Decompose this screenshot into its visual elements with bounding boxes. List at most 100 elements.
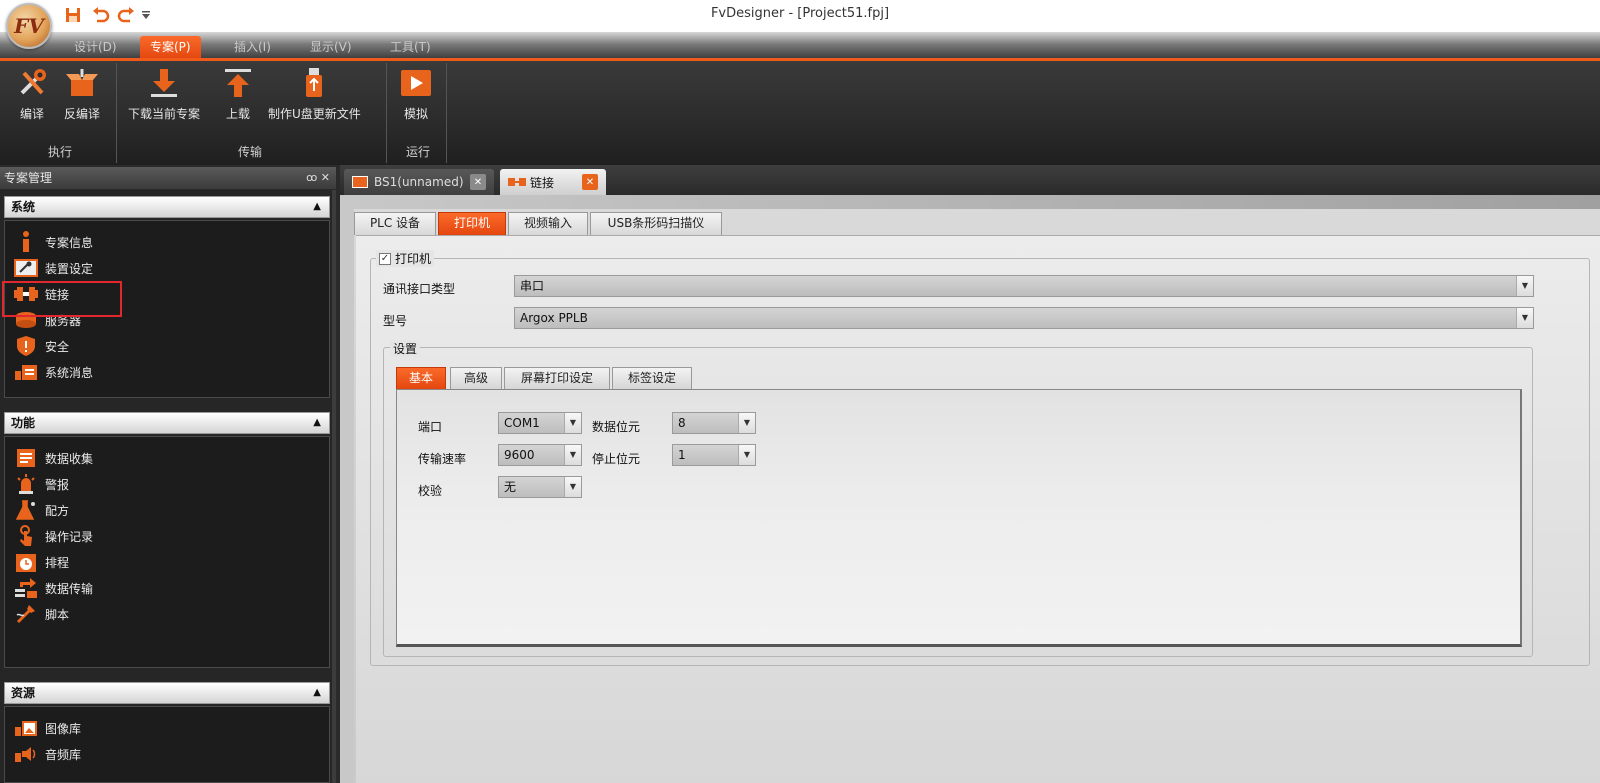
tree-item-project-info[interactable]: 专案信息 [13,229,93,255]
tree-item-recipe[interactable]: 配方 [13,497,69,523]
data-bits-select[interactable]: 8 ▼ [672,412,756,434]
collapse-icon[interactable]: ▲ [313,413,321,433]
chevron-down-icon[interactable]: ▼ [564,445,581,465]
tab-view[interactable]: 显示(V) [300,36,362,59]
tab-usb-barcode-scanner[interactable]: USB条形码扫描仪 [590,212,722,235]
compile-button[interactable]: 编译 [14,65,50,122]
tab-insert[interactable]: 插入(I) [224,36,281,59]
doc-tab-link[interactable]: 链接 ✕ [500,169,606,195]
flask-icon [13,499,39,521]
section-header-functions[interactable]: 功能 ▲ [4,412,330,434]
tab-screen-print-settings[interactable]: 屏幕打印设定 [504,367,610,389]
checkbox-checked-icon[interactable]: ✓ [379,252,391,265]
chevron-down-icon[interactable]: ▼ [738,413,755,433]
screen-icon [352,176,368,188]
tree-item-script[interactable]: 脚本 [13,601,69,627]
tab-design[interactable]: 设计(D) [64,36,127,59]
shield-icon [13,335,39,357]
link-item-highlight [2,281,122,317]
section-body-resources: 图像库 音频库 [4,706,330,783]
window-title: FvDesigner - [Project51.fpj] [710,6,890,21]
decompile-button[interactable]: 反编译 [64,65,100,122]
tab-basic[interactable]: 基本 [396,367,446,389]
doc-tab-bs1[interactable]: BS1(unnamed) ✕ [344,169,494,195]
data-bits-label: 数据位元 [592,420,641,434]
section-header-resources[interactable]: 资源 ▲ [4,682,330,704]
alarm-light-icon [13,473,39,495]
group-label-run: 运行 [405,145,430,159]
stop-bits-select[interactable]: 1 ▼ [672,444,756,466]
project-manager-panel: 系统 ▲ 专案信息 装置设定 链接 服务器 安全 系统消息 功能 ▲ 数据收集 … [0,190,336,783]
tree-item-system-messages[interactable]: 系统消息 [13,359,93,385]
system-message-icon [13,361,39,383]
chevron-down-icon[interactable]: ▼ [564,477,581,497]
printer-enable-checkbox[interactable]: ✓ 打印机 [376,250,435,267]
download-arrow-icon [146,65,182,101]
section-body-functions: 数据收集 警报 配方 操作记录 排程 数据传输 脚本 [4,436,330,668]
tree-item-image-library[interactable]: 图像库 [13,715,81,741]
data-collection-icon [13,447,39,469]
panel-pin-close-icon[interactable]: ꝏ ✕ [306,167,330,189]
tree-item-device-settings[interactable]: 装置设定 [13,255,93,281]
tree-item-data-collection[interactable]: 数据收集 [13,445,93,471]
baud-rate-select[interactable]: 9600 ▼ [498,444,582,466]
interface-type-label: 通讯接口类型 [383,282,456,296]
parity-label: 校验 [418,484,443,498]
group-separator [386,63,387,163]
model-select[interactable]: Argox PPLB ▼ [514,307,1534,329]
open-box-icon [64,65,100,101]
chevron-down-icon[interactable]: ▼ [1516,308,1533,328]
script-icon [13,603,39,625]
tree-item-schedule[interactable]: 排程 [13,549,69,575]
document-tab-bar: BS1(unnamed) ✕ 链接 ✕ [340,165,1600,195]
tab-tools[interactable]: 工具(T) [380,36,441,59]
section-header-system[interactable]: 系统 ▲ [4,196,330,218]
chevron-down-icon[interactable]: ▼ [738,445,755,465]
tab-project[interactable]: 专案(P) [140,36,201,59]
simulate-button[interactable]: 模拟 [398,65,434,122]
tree-item-audio-library[interactable]: 音频库 [13,741,81,767]
tab-advanced[interactable]: 高级 [450,367,502,389]
touch-hand-icon [13,525,39,547]
tree-item-data-transfer[interactable]: 数据传输 [13,575,93,601]
app-logo[interactable]: FV [6,3,52,49]
port-label: 端口 [418,420,443,434]
tab-plc-device[interactable]: PLC 设备 [354,212,436,235]
tree-item-alarm[interactable]: 警报 [13,471,69,497]
group-label-execute: 执行 [47,145,72,159]
stop-bits-label: 停止位元 [592,452,641,466]
parity-select[interactable]: 无 ▼ [498,476,582,498]
device-settings-icon [13,257,39,279]
tab-video-input[interactable]: 视频输入 [508,212,588,235]
play-icon [398,65,434,101]
upload-button[interactable]: 上载 [220,65,256,122]
image-library-icon [13,717,39,739]
data-transfer-icon [13,577,39,599]
settings-legend: 设置 [390,340,421,357]
interface-type-select[interactable]: 串口 ▼ [514,275,1534,297]
group-label-transfer: 传输 [237,145,262,159]
schedule-clock-icon [13,551,39,573]
speaker-icon [13,743,39,765]
project-manager-header: 专案管理 ꝏ ✕ [0,167,336,189]
model-label: 型号 [383,314,408,328]
ribbon-tab-row: 设计(D) 专案(P) 插入(I) 显示(V) 工具(T) [0,32,1600,59]
tree-item-operation-log[interactable]: 操作记录 [13,523,93,549]
tab-label-settings[interactable]: 标签设定 [612,367,692,389]
port-select[interactable]: COM1 ▼ [498,412,582,434]
upload-arrow-icon [220,65,256,101]
link-connector-icon [508,176,526,188]
make-usb-update-button[interactable]: 制作U盘更新文件 [268,65,361,122]
collapse-icon[interactable]: ▲ [313,197,321,217]
collapse-icon[interactable]: ▲ [313,683,321,703]
download-project-button[interactable]: 下载当前专案 [128,65,200,122]
close-icon[interactable]: ✕ [582,174,598,190]
close-icon[interactable]: ✕ [470,174,486,190]
tab-printer[interactable]: 打印机 [438,212,506,235]
chevron-down-icon[interactable]: ▼ [564,413,581,433]
wrench-screwdriver-icon [14,65,50,101]
ribbon: 编译 反编译 下载当前专案 上载 制作U盘更新文件 模拟 执行 传输 运行 [0,61,1600,165]
tree-item-security[interactable]: 安全 [13,333,69,359]
chevron-down-icon[interactable]: ▼ [1516,276,1533,296]
group-separator [446,63,447,163]
